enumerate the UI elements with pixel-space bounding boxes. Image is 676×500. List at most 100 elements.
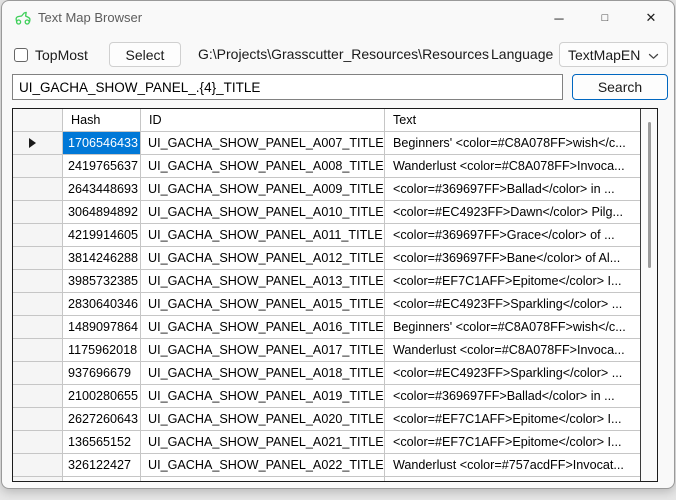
table-row[interactable]: 2830640346 UI_GACHA_SHOW_PANEL_A015_TITL… — [13, 293, 640, 316]
text-cell[interactable]: <color=#369697FF>Grace</color> of ... — [385, 224, 640, 247]
id-cell[interactable]: UI_GACHA_SHOW_PANEL_A013_TITLE — [141, 270, 385, 293]
row-indicator-cell[interactable] — [13, 431, 63, 454]
id-cell[interactable]: UI_GACHA_SHOW_PANEL_A010_TITLE — [141, 201, 385, 224]
hash-cell[interactable]: 2419765637 — [63, 155, 141, 178]
search-input[interactable] — [12, 74, 563, 100]
language-value: TextMapEN — [568, 47, 640, 63]
table-row[interactable]: 136565152 UI_GACHA_SHOW_PANEL_A021_TITLE… — [13, 431, 640, 454]
hash-cell[interactable]: 4219914605 — [63, 224, 141, 247]
text-cell[interactable]: <color=#EF7C1AFF>Epitome</color> I... — [385, 431, 640, 454]
row-indicator-cell[interactable] — [13, 454, 63, 477]
select-button[interactable]: Select — [109, 42, 181, 67]
table-row[interactable]: 2627260643 UI_GACHA_SHOW_PANEL_A020_TITL… — [13, 408, 640, 431]
table-row[interactable]: 3814246288 UI_GACHA_SHOW_PANEL_A012_TITL… — [13, 247, 640, 270]
table-body: 1706546433 UI_GACHA_SHOW_PANEL_A007_TITL… — [13, 132, 640, 477]
hash-cell[interactable]: 1706546433 — [63, 132, 141, 155]
id-cell[interactable]: UI_GACHA_SHOW_PANEL_A008_TITLE — [141, 155, 385, 178]
row-indicator-cell[interactable] — [13, 270, 63, 293]
text-cell[interactable]: Wanderlust <color=#C8A078FF>Invoca... — [385, 339, 640, 362]
id-cell[interactable]: UI_GACHA_SHOW_PANEL_A015_TITLE — [141, 293, 385, 316]
hash-cell[interactable]: 136565152 — [63, 431, 141, 454]
text-cell[interactable]: Beginners' <color=#C8A078FF>wish</c... — [385, 132, 640, 155]
column-header-hash[interactable]: Hash — [63, 109, 141, 132]
id-cell[interactable]: UI_GACHA_SHOW_PANEL_A020_TITLE — [141, 408, 385, 431]
text-cell[interactable]: <color=#EF7C1AFF>Epitome</color> I... — [385, 270, 640, 293]
resources-path: G:\Projects\Grasscutter_Resources\Resour… — [198, 46, 489, 62]
hash-cell[interactable]: 2627260643 — [63, 408, 141, 431]
hash-cell[interactable]: 1175962018 — [63, 339, 141, 362]
text-cell[interactable]: <color=#369697FF>Ballad</color> in ... — [385, 178, 640, 201]
row-indicator-cell[interactable] — [13, 293, 63, 316]
id-cell[interactable]: UI_GACHA_SHOW_PANEL_A022_TITLE — [141, 454, 385, 477]
row-indicator-cell[interactable] — [13, 247, 63, 270]
row-indicator-cell[interactable] — [13, 385, 63, 408]
hash-cell[interactable]: 2830640346 — [63, 293, 141, 316]
hash-cell[interactable]: 3064894892 — [63, 201, 141, 224]
text-cell[interactable]: Beginners' <color=#C8A078FF>wish</c... — [385, 316, 640, 339]
hash-cell[interactable]: 3814246288 — [63, 247, 141, 270]
table-row[interactable]: 1489097864 UI_GACHA_SHOW_PANEL_A016_TITL… — [13, 316, 640, 339]
table-row[interactable]: 2100280655 UI_GACHA_SHOW_PANEL_A019_TITL… — [13, 385, 640, 408]
row-indicator-cell[interactable] — [13, 316, 63, 339]
text-cell[interactable]: <color=#EC4923FF>Sparkling</color> ... — [385, 293, 640, 316]
row-indicator-cell[interactable] — [13, 201, 63, 224]
vertical-scrollbar[interactable] — [640, 109, 657, 481]
hash-cell[interactable]: 2643448693 — [63, 178, 141, 201]
text-cell[interactable]: <color=#369697FF>Ballad</color> in ... — [385, 385, 640, 408]
table-row[interactable]: 1175962018 UI_GACHA_SHOW_PANEL_A017_TITL… — [13, 339, 640, 362]
text-cell[interactable]: <color=#EF7C1AFF>Epitome</color> I... — [385, 408, 640, 431]
table-row[interactable]: 3064894892 UI_GACHA_SHOW_PANEL_A010_TITL… — [13, 201, 640, 224]
text-cell[interactable]: <color=#369697FF>Bane</color> of Al... — [385, 247, 640, 270]
table-row[interactable]: 2643448693 UI_GACHA_SHOW_PANEL_A009_TITL… — [13, 178, 640, 201]
id-cell[interactable]: UI_GACHA_SHOW_PANEL_A016_TITLE — [141, 316, 385, 339]
hash-cell[interactable]: 937696679 — [63, 362, 141, 385]
id-cell[interactable]: UI_GACHA_SHOW_PANEL_A007_TITLE — [141, 132, 385, 155]
table-row[interactable]: 326122427 UI_GACHA_SHOW_PANEL_A022_TITLE… — [13, 454, 640, 477]
id-cell[interactable]: UI_GACHA_SHOW_PANEL_A017_TITLE — [141, 339, 385, 362]
text-cell[interactable]: Wanderlust <color=#C8A078FF>Invoca... — [385, 155, 640, 178]
table-row[interactable]: 3985732385 UI_GACHA_SHOW_PANEL_A013_TITL… — [13, 270, 640, 293]
table-row[interactable]: 4219914605 UI_GACHA_SHOW_PANEL_A011_TITL… — [13, 224, 640, 247]
scrollbar-thumb[interactable] — [648, 122, 651, 268]
language-select[interactable]: TextMapEN — [559, 42, 668, 67]
column-header-text[interactable]: Text — [385, 109, 640, 132]
table-header-row: Hash ID Text — [13, 109, 640, 132]
id-cell[interactable]: UI_GACHA_SHOW_PANEL_A011_TITLE — [141, 224, 385, 247]
row-indicator-cell[interactable] — [13, 339, 63, 362]
language-label: Language — [491, 46, 553, 62]
close-icon[interactable]: ✕ — [628, 1, 674, 35]
column-header-id[interactable]: ID — [141, 109, 385, 132]
row-indicator-cell[interactable] — [13, 155, 63, 178]
table-row[interactable]: 1706546433 UI_GACHA_SHOW_PANEL_A007_TITL… — [13, 132, 640, 155]
hash-cell[interactable]: 326122427 — [63, 454, 141, 477]
row-indicator-cell[interactable] — [13, 178, 63, 201]
maximize-icon[interactable]: □ — [582, 1, 628, 35]
row-indicator-cell[interactable] — [13, 224, 63, 247]
text-cell[interactable]: <color=#EC4923FF>Dawn</color> Pilg... — [385, 201, 640, 224]
hash-cell[interactable]: 2100280655 — [63, 385, 141, 408]
minimize-icon[interactable]: ─ — [536, 1, 582, 35]
id-cell[interactable]: UI_GACHA_SHOW_PANEL_A018_TITLE — [141, 362, 385, 385]
row-indicator-cell[interactable] — [13, 408, 63, 431]
text-cell[interactable]: Wanderlust <color=#757acdFF>Invocat... — [385, 454, 640, 477]
app-window: Text Map Browser ─ □ ✕ TopMost Select G:… — [1, 0, 675, 489]
id-cell[interactable]: UI_GACHA_SHOW_PANEL_A009_TITLE — [141, 178, 385, 201]
id-cell[interactable]: UI_GACHA_SHOW_PANEL_A012_TITLE — [141, 247, 385, 270]
row-indicator-cell[interactable] — [13, 132, 63, 155]
topmost-checkbox-group[interactable]: TopMost — [14, 41, 88, 68]
window-title: Text Map Browser — [38, 10, 142, 25]
table-row[interactable]: 937696679 UI_GACHA_SHOW_PANEL_A018_TITLE… — [13, 362, 640, 385]
topmost-checkbox[interactable] — [14, 48, 28, 62]
search-button[interactable]: Search — [572, 74, 668, 100]
text-cell[interactable]: <color=#EC4923FF>Sparkling</color> ... — [385, 362, 640, 385]
id-cell[interactable]: UI_GACHA_SHOW_PANEL_A021_TITLE — [141, 431, 385, 454]
titlebar[interactable]: Text Map Browser ─ □ ✕ — [2, 1, 674, 35]
row-indicator-cell[interactable] — [13, 362, 63, 385]
current-row-indicator-icon — [29, 138, 36, 148]
id-cell[interactable]: UI_GACHA_SHOW_PANEL_A019_TITLE — [141, 385, 385, 408]
row-indicator-header[interactable] — [13, 109, 63, 132]
hash-cell[interactable]: 1489097864 — [63, 316, 141, 339]
hash-cell[interactable]: 3985732385 — [63, 270, 141, 293]
results-table: Hash ID Text 1706546433 UI_GACHA_SHOW_PA… — [12, 108, 658, 482]
table-row[interactable]: 2419765637 UI_GACHA_SHOW_PANEL_A008_TITL… — [13, 155, 640, 178]
